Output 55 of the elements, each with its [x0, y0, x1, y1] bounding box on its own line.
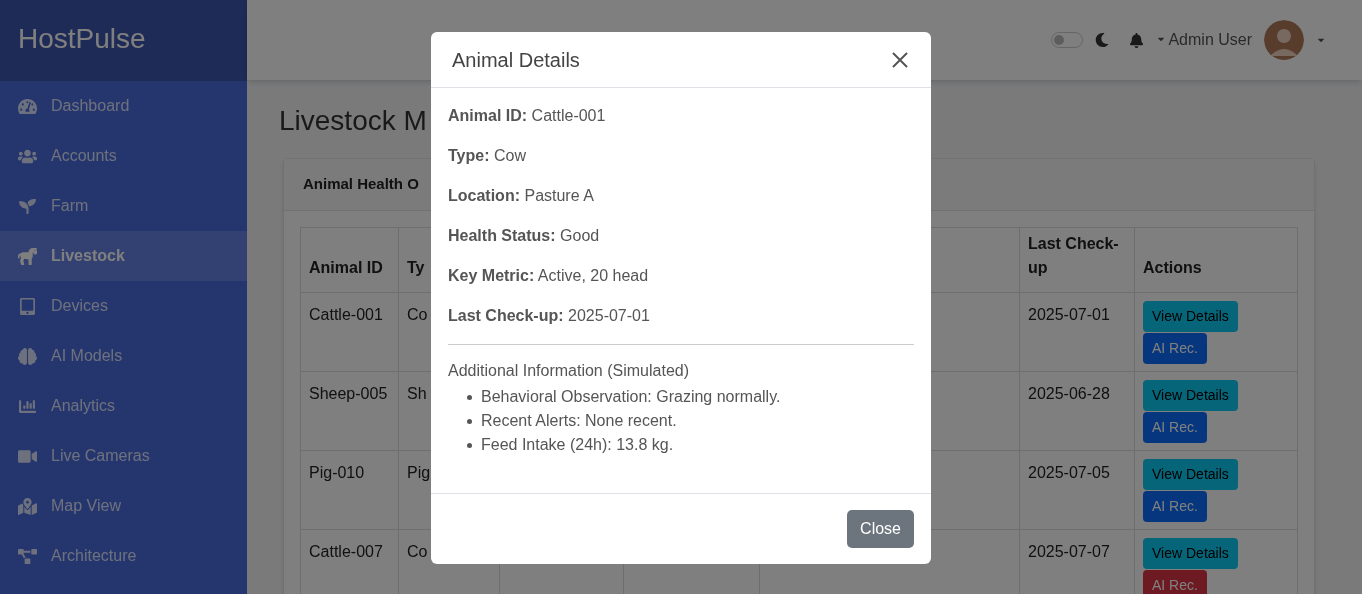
modal-title: Animal Details	[452, 47, 580, 73]
detail-line: Type: Cow	[448, 146, 527, 166]
page-title: Livestock M	[279, 104, 427, 138]
bullet-icon	[467, 442, 472, 448]
card-title: Animal Health O	[303, 174, 419, 195]
table-cell: 2025-06-28	[1019, 371, 1135, 451]
table-cell: 2025-07-01	[1019, 292, 1135, 372]
video-camera-icon	[18, 447, 37, 465]
notifications-icon[interactable]	[1129, 32, 1145, 48]
bullet-icon	[467, 394, 472, 400]
table-cell: 2025-07-05	[1019, 450, 1135, 530]
dark-mode-switch[interactable]	[1051, 32, 1084, 48]
sidebar-item[interactable]: Map View	[0, 481, 247, 531]
diagram-icon	[18, 547, 37, 565]
brand-name[interactable]: HostPulse	[18, 23, 146, 54]
close-icon[interactable]	[890, 49, 910, 70]
sidebar-item[interactable]: Livestock	[0, 231, 247, 281]
ai-recommendation-button[interactable]: AI Rec.	[1143, 333, 1207, 364]
view-details-button[interactable]: View Details	[1143, 301, 1238, 332]
sidebar-item[interactable]: Accounts	[0, 131, 247, 181]
table-cell: Cattle-007	[300, 529, 399, 594]
table-cell: Sheep-005	[300, 371, 399, 451]
table-cell: Pig-010	[300, 450, 399, 530]
ai-recommendation-button[interactable]: AI Rec.	[1143, 412, 1207, 443]
sidebar-item[interactable]: Live Cameras	[0, 431, 247, 481]
sidebar-item[interactable]: AI Models	[0, 331, 247, 381]
gauge-icon	[18, 97, 37, 115]
avatar[interactable]	[1264, 20, 1304, 60]
brain-icon	[18, 347, 37, 365]
map-icon	[18, 497, 37, 515]
sprout-icon	[18, 197, 37, 215]
ai-recommendation-button[interactable]: AI Rec.	[1143, 570, 1207, 594]
detail-line: Location: Pasture A	[448, 186, 595, 206]
view-details-button[interactable]: View Details	[1143, 380, 1238, 411]
table-cell: Cattle-001	[300, 292, 399, 372]
sidebar-item[interactable]: Architecture	[0, 531, 247, 581]
sidebar-item[interactable]: Devices	[0, 281, 247, 331]
column-header: Last Check-up	[1019, 227, 1135, 293]
column-header: Actions	[1134, 227, 1298, 293]
sidebar-item[interactable]: Farm	[0, 181, 247, 231]
ai-recommendation-button[interactable]: AI Rec.	[1143, 491, 1207, 522]
close-button[interactable]: Close	[847, 510, 914, 548]
horse-icon	[18, 247, 37, 265]
bar-chart-icon	[18, 397, 37, 415]
users-icon	[18, 147, 37, 165]
moon-icon[interactable]	[1095, 33, 1110, 47]
bullet-icon	[467, 418, 472, 424]
view-details-button[interactable]: View Details	[1143, 459, 1238, 490]
sidebar-item[interactable]: Analytics	[0, 381, 247, 431]
view-details-button[interactable]: View Details	[1143, 538, 1238, 569]
column-header: Animal ID	[300, 227, 399, 293]
sidebar-item[interactable]: Dashboard	[0, 81, 247, 131]
detail-line: Animal ID: Cattle-001	[448, 106, 607, 126]
tablet-icon	[18, 297, 37, 315]
user-menu[interactable]: Admin User	[1156, 28, 1252, 52]
